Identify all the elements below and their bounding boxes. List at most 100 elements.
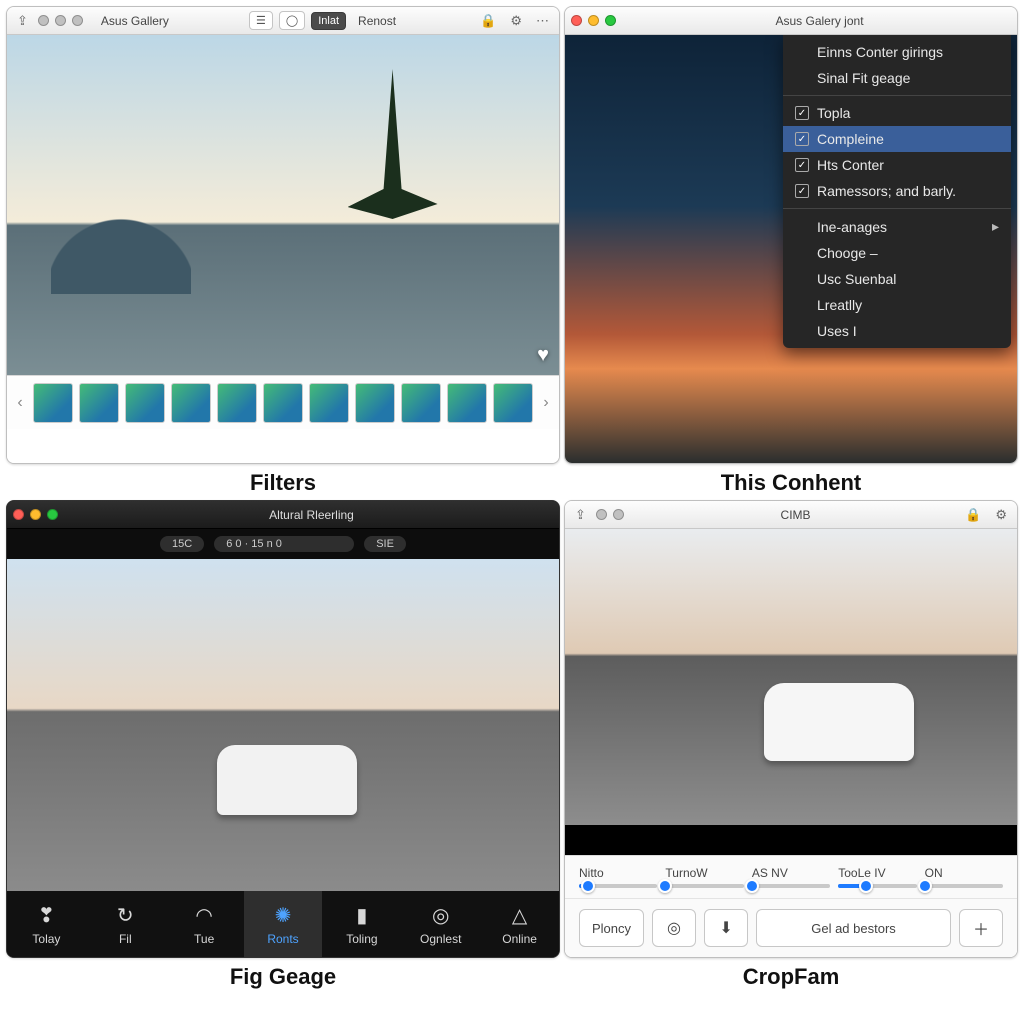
editor-image[interactable] bbox=[565, 529, 1017, 825]
slider-label: TooLe IV bbox=[838, 866, 916, 880]
menu-label: Topla bbox=[817, 105, 850, 121]
thumbnail[interactable] bbox=[493, 383, 533, 423]
tool-group-b[interactable]: ◯ bbox=[279, 11, 305, 30]
menu-item[interactable]: Uses I bbox=[783, 318, 1011, 344]
traffic-close[interactable] bbox=[13, 509, 24, 520]
tab-fil[interactable]: ↻ Fil bbox=[86, 891, 165, 957]
slider-label: AS NV bbox=[752, 866, 830, 880]
editor-image[interactable] bbox=[7, 559, 559, 891]
thumbnail[interactable] bbox=[79, 383, 119, 423]
thumbnail[interactable] bbox=[355, 383, 395, 423]
menu-item[interactable]: ✓Ramessors; and barly. bbox=[783, 178, 1011, 204]
traffic-max[interactable] bbox=[47, 509, 58, 520]
camera-icon: ◎ bbox=[432, 903, 449, 928]
favorite-icon[interactable]: ♥ bbox=[537, 344, 549, 367]
slider-toole[interactable]: TooLe IV bbox=[838, 866, 916, 888]
dial-icon[interactable]: ◎ bbox=[652, 909, 696, 947]
traffic-close[interactable] bbox=[596, 509, 607, 520]
editor-area: ❣Tolay ↻ Fil ◠Tue ✺Ronts ▮Toling ◎Ognlest… bbox=[7, 559, 559, 957]
slider-turnow[interactable]: TurnoW bbox=[665, 866, 743, 888]
titlebar: ⇪ Asus Gallery ☰ ◯ Inlat Renost 🔒 ⚙︎ ⋯ bbox=[7, 7, 559, 35]
thumbnail[interactable] bbox=[217, 383, 257, 423]
button-row: Ploncy ◎ ⬇︎ Gel ad bestors ＋ bbox=[565, 898, 1017, 957]
traffic-min[interactable] bbox=[613, 509, 624, 520]
settings-icon[interactable]: ⚙︎ bbox=[991, 507, 1011, 523]
thumbnail[interactable] bbox=[171, 383, 211, 423]
traffic-max[interactable] bbox=[72, 15, 83, 26]
info-bar: 15C 6 0 · 15 n 0 SIE bbox=[7, 529, 559, 559]
window-conhent: Asus Galery jont Einns Conter girings Si… bbox=[564, 6, 1018, 464]
traffic-min[interactable] bbox=[55, 15, 66, 26]
menu-item[interactable]: Chooge – bbox=[783, 240, 1011, 266]
battery-icon: ▮ bbox=[356, 903, 367, 928]
thumbnail[interactable] bbox=[125, 383, 165, 423]
tab-toling[interactable]: ▮Toling bbox=[322, 891, 401, 957]
thumbs-next[interactable]: › bbox=[539, 394, 553, 412]
share-icon[interactable]: ⇪ bbox=[571, 507, 590, 523]
settings-icon[interactable]: ⚙︎ bbox=[506, 13, 526, 29]
arc-icon: ◠ bbox=[195, 903, 212, 928]
tool-renost[interactable]: Renost bbox=[358, 14, 396, 28]
thumbnail[interactable] bbox=[33, 383, 73, 423]
traffic-close[interactable] bbox=[571, 15, 582, 26]
tab-tolay[interactable]: ❣Tolay bbox=[7, 891, 86, 957]
tab-ronts[interactable]: ✺Ronts bbox=[244, 891, 323, 957]
menu-item[interactable]: Lreatlly bbox=[783, 292, 1011, 318]
main-image[interactable]: ♥ bbox=[7, 35, 559, 375]
slider-nitto[interactable]: Nitto bbox=[579, 866, 657, 888]
panel-fig-geage: Altural Rleerling 15C 6 0 · 15 n 0 SIE ❣… bbox=[6, 500, 560, 990]
menu-item[interactable]: Einns Conter girings bbox=[783, 39, 1011, 65]
context-menu: Einns Conter girings Sinal Fit geage ✓To… bbox=[783, 35, 1011, 348]
canvas: Einns Conter girings Sinal Fit geage ✓To… bbox=[565, 35, 1017, 463]
lock-icon[interactable]: 🔒 bbox=[961, 507, 985, 523]
slider-on[interactable]: ON bbox=[925, 866, 1003, 888]
menu-label: Usc Suenbal bbox=[817, 271, 896, 287]
window-filters: ⇪ Asus Gallery ☰ ◯ Inlat Renost 🔒 ⚙︎ ⋯ ♥… bbox=[6, 6, 560, 464]
editor-area: Nitto TurnoW AS NV TooLe IV bbox=[565, 529, 1017, 957]
more-icon[interactable]: ⋯ bbox=[532, 13, 553, 29]
titlebar: Altural Rleerling bbox=[7, 501, 559, 529]
slider-asnv[interactable]: AS NV bbox=[752, 866, 830, 888]
traffic-min[interactable] bbox=[30, 509, 41, 520]
tab-ognlest[interactable]: ◎Ognlest bbox=[401, 891, 480, 957]
tool-group-a[interactable]: ☰ bbox=[249, 11, 273, 30]
menu-item-submenu[interactable]: Ine-anages▸ bbox=[783, 213, 1011, 240]
menu-label: Lreatlly bbox=[817, 297, 862, 313]
sliders: Nitto TurnoW AS NV TooLe IV bbox=[565, 855, 1017, 898]
traffic-lights bbox=[571, 15, 616, 26]
menu-item-selected[interactable]: ✓Compleine bbox=[783, 126, 1011, 152]
tab-label: Fil bbox=[119, 932, 132, 946]
btn-gel-ad-bestors[interactable]: Gel ad bestors bbox=[756, 909, 951, 947]
tool-inlat[interactable]: Inlat bbox=[311, 12, 346, 30]
menu-label: Chooge – bbox=[817, 245, 878, 261]
menu-item[interactable]: ✓ Hts Conter bbox=[783, 152, 1011, 178]
tab-online[interactable]: △Online bbox=[480, 891, 559, 957]
lock-icon[interactable]: 🔒 bbox=[476, 13, 500, 29]
share-icon[interactable]: ⇪ bbox=[13, 13, 32, 29]
download-icon[interactable]: ⬇︎ bbox=[704, 909, 748, 947]
refresh-icon: ↻ bbox=[117, 903, 134, 928]
thumbnail-strip: ‹ › bbox=[7, 375, 559, 429]
panel-caption: This Conhent bbox=[721, 470, 862, 496]
menu-label: Hts Conter bbox=[817, 157, 884, 173]
traffic-max[interactable] bbox=[605, 15, 616, 26]
thumbnail[interactable] bbox=[263, 383, 303, 423]
tab-tue[interactable]: ◠Tue bbox=[165, 891, 244, 957]
checkbox-icon: ✓ bbox=[795, 158, 809, 172]
plus-icon[interactable]: ＋ bbox=[959, 909, 1003, 947]
traffic-min[interactable] bbox=[588, 15, 599, 26]
btn-ploncy[interactable]: Ploncy bbox=[579, 909, 644, 947]
thumbnail[interactable] bbox=[309, 383, 349, 423]
panel-cropfam: ⇪ CIMB 🔒 ⚙︎ Nitto TurnoW bbox=[564, 500, 1018, 990]
wand-icon: ❣ bbox=[38, 903, 55, 928]
traffic-lights bbox=[596, 509, 624, 520]
thumbnail[interactable] bbox=[401, 383, 441, 423]
panel-caption: CropFam bbox=[743, 964, 840, 990]
burst-icon: ✺ bbox=[275, 903, 292, 928]
traffic-close[interactable] bbox=[38, 15, 49, 26]
thumbs-prev[interactable]: ‹ bbox=[13, 394, 27, 412]
menu-item[interactable]: Usc Suenbal bbox=[783, 266, 1011, 292]
thumbnail[interactable] bbox=[447, 383, 487, 423]
menu-item[interactable]: ✓Topla bbox=[783, 100, 1011, 126]
menu-item[interactable]: Sinal Fit geage bbox=[783, 65, 1011, 91]
